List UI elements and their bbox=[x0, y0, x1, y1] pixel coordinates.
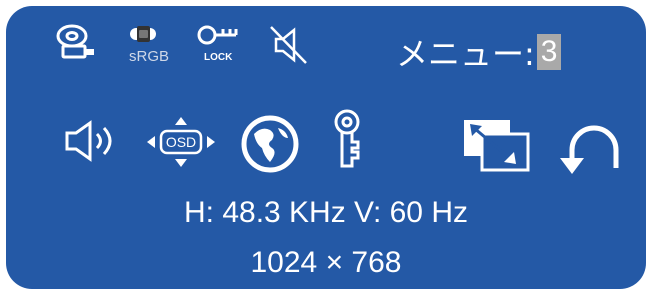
srgb-label: sRGB bbox=[129, 48, 170, 65]
volume-icon[interactable] bbox=[64, 118, 122, 164]
lock-label: LOCK bbox=[204, 52, 233, 63]
status-bar: sRGB LOCK メニュー: 3 bbox=[6, 6, 646, 96]
frequency-info: H: 48.3 KHz V: 60 Hz bbox=[183, 196, 468, 229]
key-lock-icon bbox=[196, 24, 244, 46]
key-icon[interactable] bbox=[332, 108, 366, 170]
menu-title-label: メニュー: bbox=[396, 35, 535, 73]
svg-text:OSD: OSD bbox=[166, 134, 196, 150]
menu-page-number: 3 bbox=[536, 34, 562, 70]
input-source-icon bbox=[54, 22, 106, 64]
language-globe-icon[interactable] bbox=[240, 114, 300, 174]
osd-position-icon[interactable]: OSD bbox=[146, 116, 216, 168]
mute-icon bbox=[268, 24, 310, 66]
reset-return-icon[interactable] bbox=[558, 122, 622, 178]
srgb-mode-icon bbox=[124, 24, 168, 44]
resolution-info: 1024 × 768 bbox=[250, 246, 402, 279]
image-adjust-icon[interactable] bbox=[462, 118, 530, 172]
osd-menu-panel: sRGB LOCK メニュー: 3 OSD H: 48.3 KHz V: 60 … bbox=[6, 6, 646, 289]
menu-title: メニュー: 3 bbox=[396, 32, 562, 73]
